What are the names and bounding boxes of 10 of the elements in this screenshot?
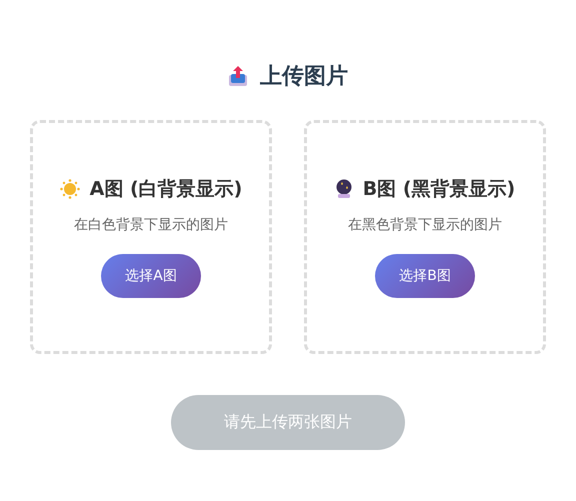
card-heading: A图 (白背景显示) <box>90 177 242 202</box>
upload-icon <box>228 65 248 87</box>
choose-image-button[interactable]: 选择A图 <box>101 254 201 298</box>
card-description: 在黑色背景下显示的图片 <box>348 216 502 234</box>
sun-icon <box>60 179 80 199</box>
card-description: 在白色背景下显示的图片 <box>74 216 228 234</box>
page-title: 上传图片 <box>260 63 348 91</box>
crystal-ball-icon <box>334 179 353 199</box>
choose-image-button[interactable]: 选择B图 <box>375 254 475 298</box>
card-heading: B图 (黑背景显示) <box>362 177 516 202</box>
